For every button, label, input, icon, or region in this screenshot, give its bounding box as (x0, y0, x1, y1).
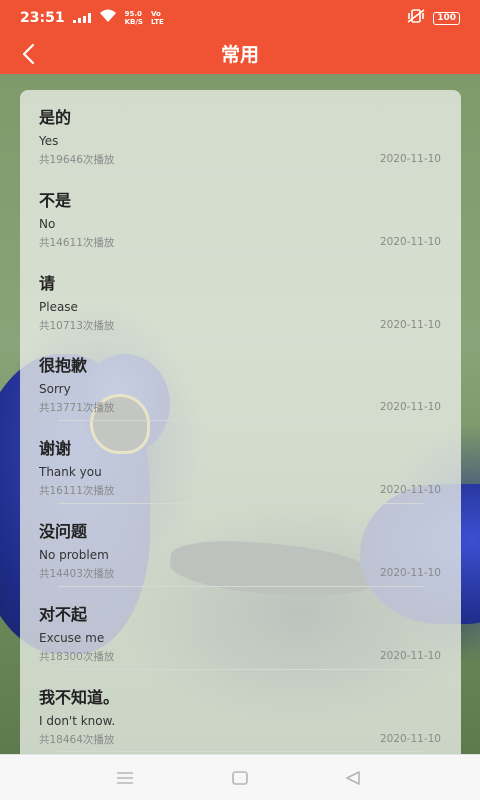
list-item[interactable]: 对不起 Excuse me 共18300次播放 2020-11-10 (20, 587, 461, 670)
phrase-word: 不是 (39, 190, 72, 210)
phrase-word: 很抱歉 (39, 356, 88, 376)
phrase-word: 请 (39, 273, 56, 293)
phrase-date: 2020-11-10 (379, 649, 441, 662)
play-count: 共14403次播放 (39, 567, 115, 580)
network-speed-value: 95.0 (124, 10, 142, 18)
network-speed: 95.0 KB/S (125, 10, 143, 26)
phrase-date: 2020-11-10 (379, 566, 441, 579)
battery-icon: 100 (433, 11, 460, 25)
phrase-list: 是的 Yes 共19646次播放 2020-11-10 不是 No 共14611… (20, 90, 461, 754)
status-bar: 23:51 95.0 KB/S Vo LTE 100 (0, 0, 480, 36)
phrase-meaning: No problem (39, 547, 109, 562)
phrase-date: 2020-11-10 (379, 732, 441, 745)
phrase-word: 没问题 (39, 521, 88, 541)
phrase-date: 2020-11-10 (379, 484, 441, 497)
phrase-meaning: I don't know. (39, 713, 116, 728)
phrase-meaning: No (39, 216, 56, 231)
system-nav-bar (0, 754, 480, 800)
home-button[interactable] (225, 765, 255, 791)
phrase-meaning: Please (39, 299, 78, 314)
network-type-top: Vo (150, 10, 161, 18)
list-item[interactable]: 是的 Yes 共19646次播放 2020-11-10 (20, 90, 461, 173)
back-triangle-icon (346, 771, 360, 785)
vibrate-icon (407, 9, 425, 27)
play-count: 共19646次播放 (39, 154, 115, 166)
list-item[interactable]: 谢谢 Thank you 共16111次播放 2020-11-10 (20, 421, 461, 504)
list-item[interactable]: 很抱歉 Sorry 共13771次播放 2020-11-10 (20, 338, 461, 422)
phrase-word: 谢谢 (39, 439, 72, 459)
phrase-date: 2020-11-10 (379, 153, 441, 165)
status-right: 100 (407, 9, 460, 27)
phrase-word: 对不起 (39, 604, 88, 624)
play-count: 共16111次播放 (39, 485, 115, 498)
divider (58, 751, 423, 753)
page-title: 常用 (220, 44, 259, 66)
network-type-bottom: LTE (150, 18, 164, 26)
signal-icon (72, 13, 91, 23)
play-count: 共14611次播放 (39, 236, 115, 249)
play-count: 共10713次播放 (39, 319, 115, 332)
phrase-date: 2020-11-10 (379, 401, 441, 414)
network-type: Vo LTE (151, 10, 164, 26)
list-item[interactable]: 不是 No 共14611次播放 2020-11-10 (20, 173, 461, 256)
status-time: 23:51 (20, 10, 65, 26)
phrase-date: 2020-11-10 (379, 318, 441, 331)
phrase-meaning: Sorry (39, 382, 71, 397)
list-item[interactable]: 请 Please 共10713次播放 2020-11-10 (20, 256, 461, 339)
menu-button[interactable] (110, 765, 140, 791)
phrase-word: 我不知道。 (39, 687, 120, 707)
wifi-icon (99, 9, 117, 27)
list-item[interactable]: 没问题 No problem 共14403次播放 2020-11-10 (20, 504, 461, 587)
phrase-word: 是的 (39, 108, 72, 127)
phrase-meaning: Yes (39, 134, 59, 148)
back-nav-button[interactable] (338, 765, 368, 791)
phrase-meaning: Excuse me (39, 630, 105, 645)
phrase-date: 2020-11-10 (379, 235, 441, 248)
play-count: 共13771次播放 (39, 402, 115, 415)
app-header: 常用 (0, 36, 480, 74)
network-speed-unit: KB/S (124, 18, 143, 26)
menu-icon (117, 772, 133, 784)
list-item[interactable]: 我不知道。 I don't know. 共18464次播放 2020-11-10 (20, 670, 461, 753)
phrase-meaning: Thank you (39, 465, 102, 480)
play-count: 共18464次播放 (39, 733, 115, 746)
home-square-icon (232, 771, 248, 785)
play-count: 共18300次播放 (39, 650, 115, 663)
status-left: 23:51 95.0 KB/S Vo LTE (20, 9, 164, 27)
